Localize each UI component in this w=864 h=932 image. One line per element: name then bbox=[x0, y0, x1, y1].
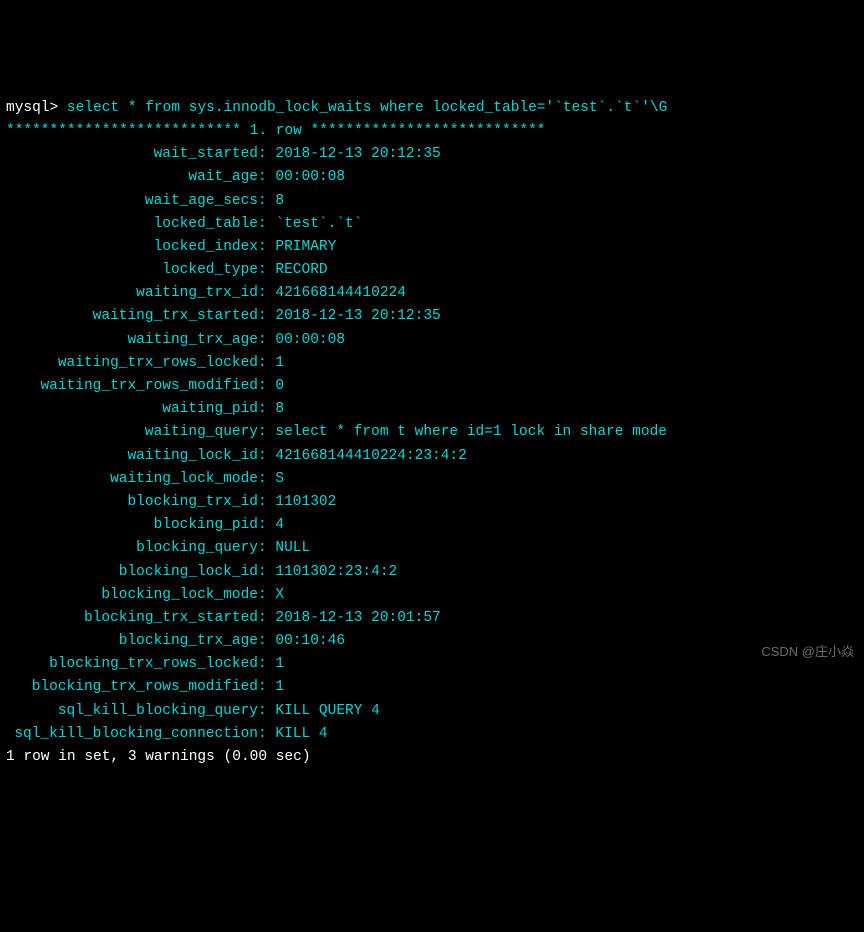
field-name: sql_kill_blocking_connection bbox=[6, 723, 258, 746]
field-name: waiting_pid bbox=[6, 398, 258, 421]
field-name: blocking_trx_rows_locked bbox=[6, 653, 258, 676]
field-row: locked_index: PRIMARY bbox=[6, 236, 858, 259]
field-row: waiting_trx_age: 00:00:08 bbox=[6, 329, 858, 352]
field-value: 1101302 bbox=[275, 494, 336, 510]
field-row: blocking_trx_started: 2018-12-13 20:01:5… bbox=[6, 607, 858, 630]
field-value: 00:00:08 bbox=[275, 169, 345, 185]
field-name: blocking_trx_age bbox=[6, 630, 258, 653]
field-row: waiting_trx_id: 421668144410224 bbox=[6, 282, 858, 305]
field-value: 8 bbox=[275, 401, 284, 417]
field-name: wait_started bbox=[6, 143, 258, 166]
field-value: 00:10:46 bbox=[275, 633, 345, 649]
field-row: waiting_trx_rows_modified: 0 bbox=[6, 375, 858, 398]
field-name: blocking_pid bbox=[6, 514, 258, 537]
field-row: waiting_trx_started: 2018-12-13 20:12:35 bbox=[6, 305, 858, 328]
field-row: wait_age: 00:00:08 bbox=[6, 166, 858, 189]
field-value: 421668144410224:23:4:2 bbox=[275, 448, 466, 464]
field-name: blocking_query bbox=[6, 537, 258, 560]
field-name: waiting_lock_mode bbox=[6, 468, 258, 491]
field-name: blocking_lock_mode bbox=[6, 584, 258, 607]
field-name: blocking_trx_id bbox=[6, 491, 258, 514]
field-row: sql_kill_blocking_connection: KILL 4 bbox=[6, 723, 858, 746]
field-value: 421668144410224 bbox=[275, 285, 406, 301]
result-footer: 1 row in set, 3 warnings (0.00 sec) bbox=[6, 749, 311, 765]
field-row: blocking_trx_id: 1101302 bbox=[6, 491, 858, 514]
field-value: PRIMARY bbox=[275, 239, 336, 255]
field-value: X bbox=[275, 587, 284, 603]
field-value: S bbox=[275, 471, 284, 487]
field-row: blocking_lock_id: 1101302:23:4:2 bbox=[6, 561, 858, 584]
field-row: blocking_trx_rows_modified: 1 bbox=[6, 676, 858, 699]
field-value: 00:00:08 bbox=[275, 332, 345, 348]
field-row: sql_kill_blocking_query: KILL QUERY 4 bbox=[6, 700, 858, 723]
watermark: CSDN @庄小焱 bbox=[761, 642, 854, 663]
field-name: locked_type bbox=[6, 259, 258, 282]
field-value: 2018-12-13 20:01:57 bbox=[275, 610, 440, 626]
field-value: select * from t where id=1 lock in share… bbox=[275, 424, 667, 440]
field-name: wait_age_secs bbox=[6, 190, 258, 213]
field-row: waiting_lock_mode: S bbox=[6, 468, 858, 491]
field-row: blocking_trx_age: 00:10:46 bbox=[6, 630, 858, 653]
field-name: locked_table bbox=[6, 213, 258, 236]
field-row: wait_age_secs: 8 bbox=[6, 190, 858, 213]
mysql-prompt: mysql> bbox=[6, 100, 58, 116]
field-value: 1 bbox=[275, 355, 284, 371]
field-name: sql_kill_blocking_query bbox=[6, 700, 258, 723]
field-name: waiting_lock_id bbox=[6, 445, 258, 468]
field-value: 4 bbox=[275, 517, 284, 533]
field-row: blocking_trx_rows_locked: 1 bbox=[6, 653, 858, 676]
field-row: blocking_pid: 4 bbox=[6, 514, 858, 537]
field-row: blocking_lock_mode: X bbox=[6, 584, 858, 607]
field-name: waiting_trx_age bbox=[6, 329, 258, 352]
field-value: 1 bbox=[275, 656, 284, 672]
field-name: wait_age bbox=[6, 166, 258, 189]
field-value: `test`.`t` bbox=[275, 216, 362, 232]
field-name: waiting_query bbox=[6, 421, 258, 444]
field-row: locked_type: RECORD bbox=[6, 259, 858, 282]
field-name: waiting_trx_rows_modified bbox=[6, 375, 258, 398]
terminal-output: mysql> select * from sys.innodb_lock_wai… bbox=[6, 97, 858, 769]
field-value: KILL 4 bbox=[275, 726, 327, 742]
field-name: blocking_trx_started bbox=[6, 607, 258, 630]
field-value: 8 bbox=[275, 193, 284, 209]
field-row: waiting_lock_id: 421668144410224:23:4:2 bbox=[6, 445, 858, 468]
field-name: locked_index bbox=[6, 236, 258, 259]
field-row: waiting_trx_rows_locked: 1 bbox=[6, 352, 858, 375]
field-value: RECORD bbox=[275, 262, 327, 278]
field-value: 0 bbox=[275, 378, 284, 394]
field-row: waiting_pid: 8 bbox=[6, 398, 858, 421]
field-row: wait_started: 2018-12-13 20:12:35 bbox=[6, 143, 858, 166]
field-value: 2018-12-13 20:12:35 bbox=[275, 146, 440, 162]
field-value: 1101302:23:4:2 bbox=[275, 564, 397, 580]
field-name: waiting_trx_id bbox=[6, 282, 258, 305]
field-row: blocking_query: NULL bbox=[6, 537, 858, 560]
field-name: blocking_trx_rows_modified bbox=[6, 676, 258, 699]
row-separator: *************************** 1. row *****… bbox=[6, 123, 546, 139]
sql-query: select * from sys.innodb_lock_waits wher… bbox=[58, 100, 667, 116]
field-name: waiting_trx_started bbox=[6, 305, 258, 328]
field-name: blocking_lock_id bbox=[6, 561, 258, 584]
field-name: waiting_trx_rows_locked bbox=[6, 352, 258, 375]
field-value: 2018-12-13 20:12:35 bbox=[275, 308, 440, 324]
field-row: locked_table: `test`.`t` bbox=[6, 213, 858, 236]
field-value: NULL bbox=[275, 540, 310, 556]
field-row: waiting_query: select * from t where id=… bbox=[6, 421, 858, 444]
field-value: 1 bbox=[275, 679, 284, 695]
field-value: KILL QUERY 4 bbox=[275, 703, 379, 719]
